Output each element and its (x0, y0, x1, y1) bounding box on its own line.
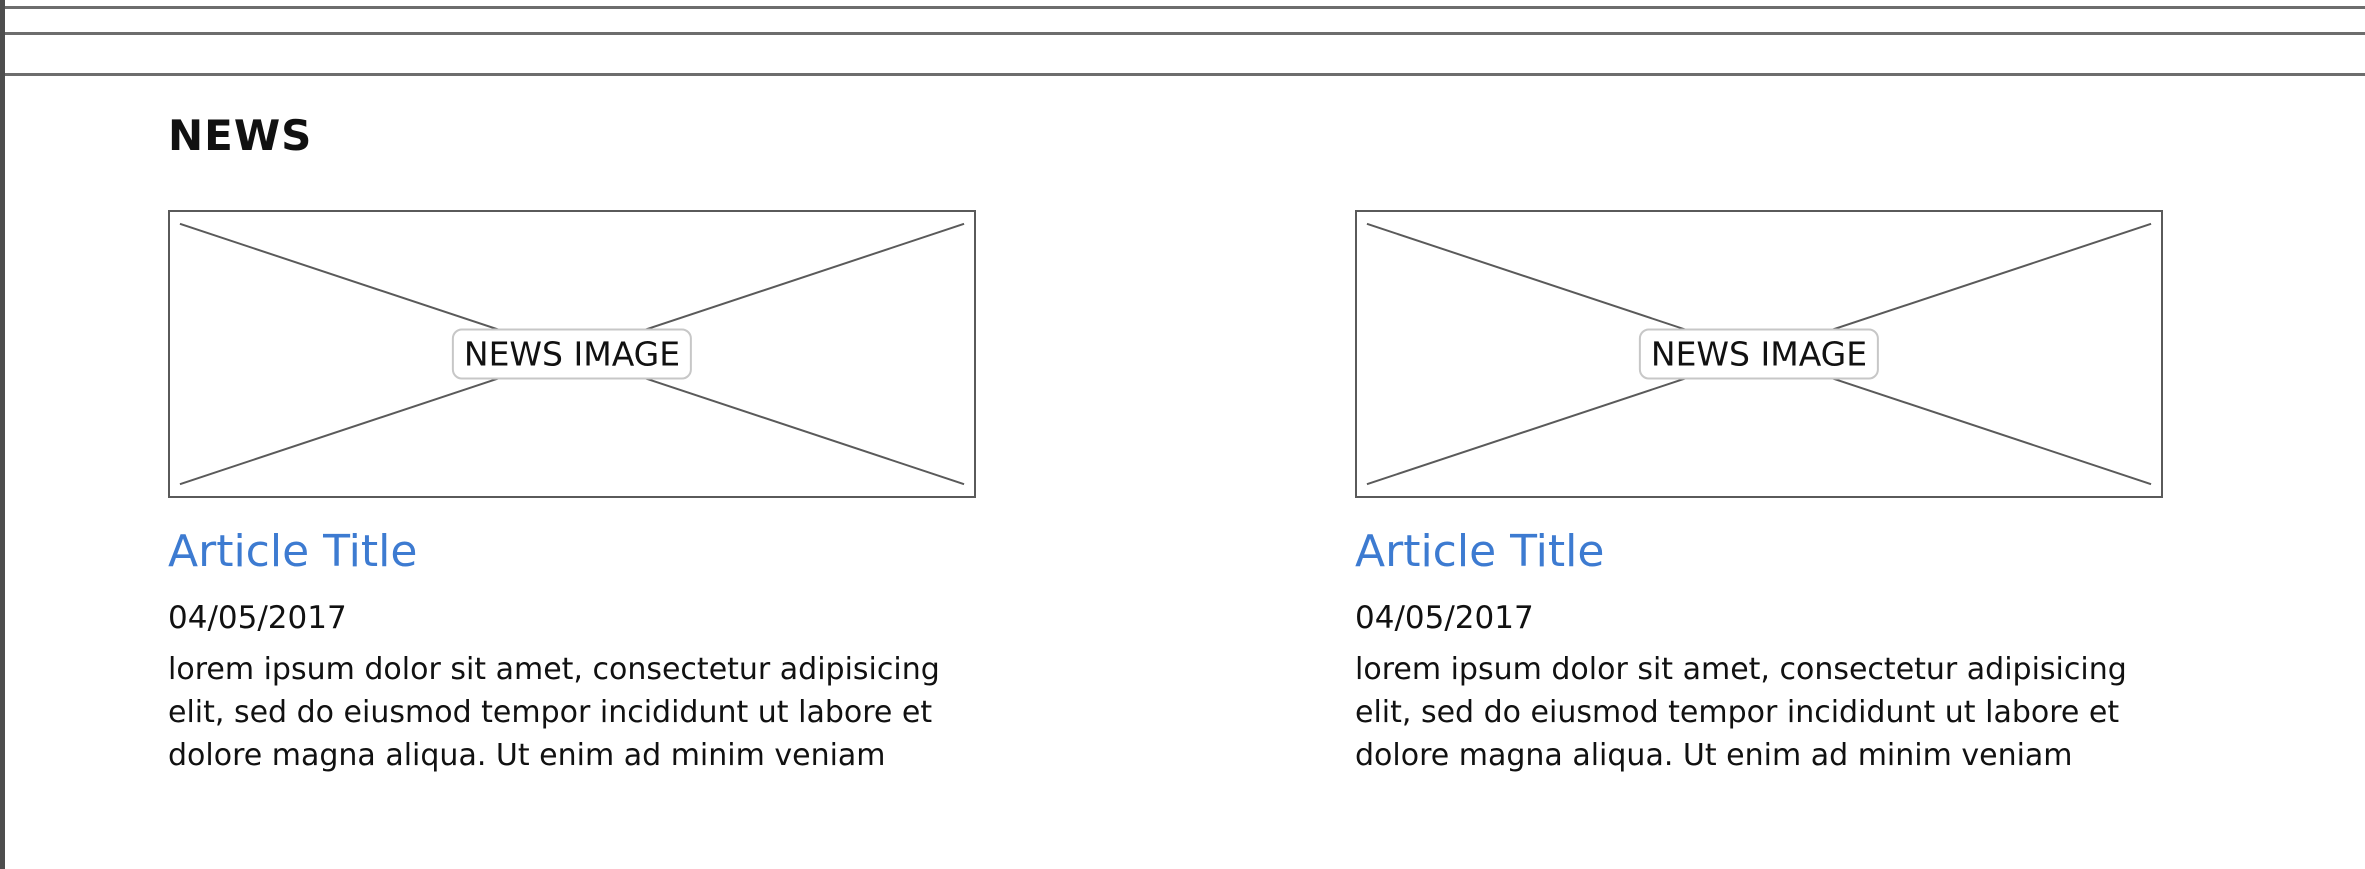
news-card: NEWS IMAGE Article Title 04/05/2017 lore… (1355, 210, 2163, 777)
news-heading: NEWS (168, 111, 313, 160)
news-card: NEWS IMAGE Article Title 04/05/2017 lore… (168, 210, 976, 777)
article-body: lorem ipsum dolor sit amet, consectetur … (168, 652, 940, 774)
news-image-placeholder: NEWS IMAGE (1355, 210, 2163, 498)
news-image-label: NEWS IMAGE (1638, 328, 1880, 380)
article-date: 04/05/2017 (1355, 600, 1534, 637)
wireframe-page: NEWS NEWS IMAGE Article Title 04/05/2017… (0, 0, 2365, 869)
article-title-link[interactable]: Article Title (168, 527, 976, 576)
header-bar (5, 32, 2365, 76)
news-image-label: NEWS IMAGE (451, 328, 693, 380)
top-bar (5, 0, 2365, 9)
news-image-placeholder: NEWS IMAGE (168, 210, 976, 498)
article-body: lorem ipsum dolor sit amet, consectetur … (1355, 652, 2127, 774)
article-date: 04/05/2017 (168, 600, 347, 637)
article-title-link[interactable]: Article Title (1355, 527, 2163, 576)
